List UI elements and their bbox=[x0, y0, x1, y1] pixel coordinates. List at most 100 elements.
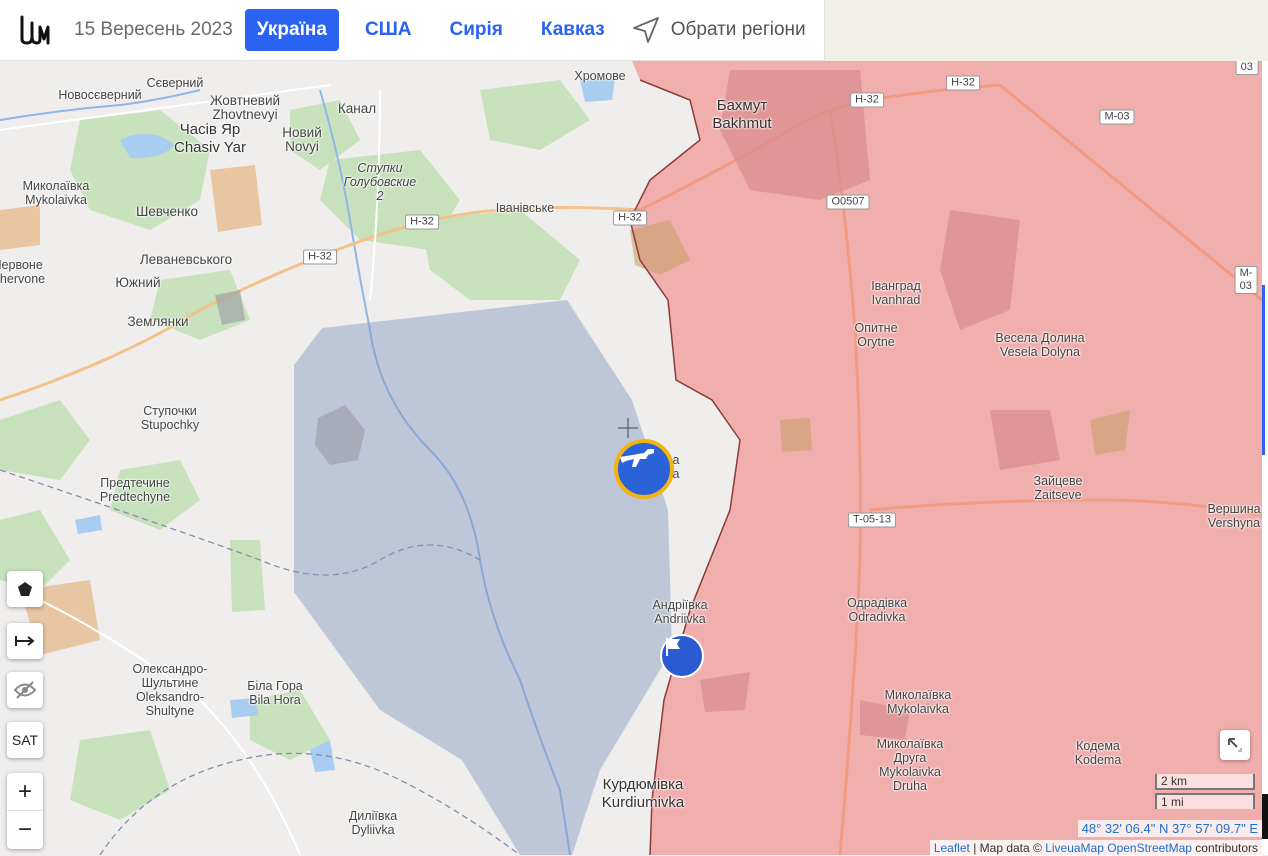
place-opytne[interactable]: Опитне Orytne bbox=[854, 321, 897, 349]
place-oleksandro-shultyne[interactable]: Олександро- Шультине Oleksandro- Shultyn… bbox=[133, 662, 208, 718]
leaflet-link[interactable]: Leaflet bbox=[934, 841, 970, 855]
place-mykolaivka-druha-en-1: Mykolaivka bbox=[879, 765, 941, 779]
draw-polygon-button[interactable] bbox=[7, 571, 43, 607]
tab-ukraine[interactable]: Україна bbox=[244, 9, 339, 51]
road-label: M-03 bbox=[1234, 266, 1258, 294]
place-vershyna[interactable]: Вершина Vershyna bbox=[1207, 502, 1260, 530]
osm-link[interactable]: OpenStreetMap bbox=[1107, 841, 1192, 855]
place-andriivka-en: Andriivka bbox=[654, 612, 706, 626]
select-regions-button[interactable]: Обрати регіони bbox=[631, 15, 806, 45]
place-novyi-en: Novyi bbox=[285, 139, 319, 154]
place-kodema[interactable]: Кодема Kodema bbox=[1075, 739, 1122, 767]
pentagon-icon bbox=[18, 582, 32, 596]
road-label: T-05-13 bbox=[848, 512, 896, 528]
place-chervone-ua: Червоне bbox=[0, 258, 43, 272]
place-kurdiumivka[interactable]: Курдюмівка Kurdiumivka bbox=[602, 776, 685, 812]
scale-km: 2 km bbox=[1155, 774, 1255, 790]
tab-caucasus[interactable]: Кавказ bbox=[529, 9, 617, 51]
place-vesela-dolyna[interactable]: Весела Долина Vesela Dolyna bbox=[995, 331, 1084, 359]
place-stupochky-en: Stupochky bbox=[140, 418, 200, 432]
occupied-area bbox=[630, 61, 1262, 855]
military-marker[interactable] bbox=[614, 439, 674, 499]
side-panel-indicator[interactable] bbox=[1262, 285, 1265, 455]
place-yuzhnyi[interactable]: Южний bbox=[115, 276, 160, 290]
place-mykolaivka-druha-en-2: Druha bbox=[892, 779, 928, 793]
place-opytne-ua: Опитне bbox=[854, 321, 898, 335]
road-label: H-32 bbox=[946, 75, 980, 91]
measure-button[interactable] bbox=[7, 623, 43, 659]
rifle-icon bbox=[620, 449, 654, 467]
place-mykolaivka-east[interactable]: Миколаївка Mykolaivka bbox=[885, 688, 952, 716]
place-bakhmut[interactable]: Бахмут Bakhmut bbox=[712, 97, 771, 133]
place-vershyna-ua: Вершина bbox=[1207, 502, 1261, 516]
place-andriivka[interactable]: Андріївка Andriivka bbox=[652, 598, 707, 626]
expand-icon bbox=[1228, 738, 1242, 752]
map-canvas[interactable]: Сєверний Новосєверний Жовтневий Zhovtnev… bbox=[0, 61, 1262, 855]
zoom-out-button[interactable]: − bbox=[7, 811, 43, 848]
place-mykolaivka-west[interactable]: Миколаївка Mykolaivka bbox=[23, 179, 90, 207]
side-panel-tab[interactable] bbox=[1262, 794, 1268, 839]
road-label: H-32 bbox=[303, 249, 337, 265]
right-edge-panel bbox=[1262, 61, 1268, 855]
hide-layers-button[interactable] bbox=[7, 672, 43, 708]
place-mykolaivka-druha-ua-2: Друга bbox=[893, 751, 927, 765]
place-stupky[interactable]: Ступки Голубовские 2 bbox=[344, 161, 417, 203]
event-marker[interactable] bbox=[660, 634, 704, 678]
place-bila-hora-en: Bila Hora bbox=[249, 693, 301, 707]
place-kurdiumivka-en: Kurdiumivka bbox=[601, 794, 685, 811]
zoom-in-button[interactable]: + bbox=[7, 773, 43, 811]
place-novoseverny[interactable]: Новосєверний bbox=[58, 88, 141, 102]
place-bakhmut-ua: Бахмут bbox=[716, 97, 768, 114]
place-opytne-en: Orytne bbox=[857, 335, 895, 349]
place-predtechyne-ua: Предтечине bbox=[100, 476, 170, 490]
select-regions-label: Обрати регіони bbox=[670, 19, 806, 40]
place-odradivka[interactable]: Одрадівка Odradivka bbox=[847, 596, 907, 624]
liveuamap-logo-icon[interactable] bbox=[18, 13, 52, 47]
place-chasiv-yar[interactable]: Часів Яр Chasiv Yar bbox=[174, 121, 246, 157]
place-shevchenko[interactable]: Шевченко bbox=[136, 205, 198, 219]
place-severnyi[interactable]: Сєверний bbox=[147, 76, 204, 90]
place-ivanivske[interactable]: Іванівське bbox=[496, 201, 554, 215]
fullscreen-button[interactable] bbox=[1220, 730, 1250, 760]
place-mykolaivka-druha-ua-1: Миколаївка bbox=[876, 737, 944, 751]
place-stupochky[interactable]: Ступочки Stupochky bbox=[141, 404, 199, 432]
place-zhovtnevyi-en: Zhovtnevyi bbox=[212, 107, 278, 122]
place-dyliivka[interactable]: Диліївка Dyliivka bbox=[349, 809, 397, 837]
liveuamap-link[interactable]: LiveuaMap bbox=[1045, 841, 1104, 855]
place-zhovtnevyi[interactable]: Жовтневий Zhovtnevyi bbox=[210, 94, 280, 122]
place-bakhmut-en: Bakhmut bbox=[712, 115, 772, 132]
place-oleksandro-ua-2: Шультине bbox=[141, 676, 199, 690]
road-label: H-32 bbox=[850, 92, 884, 108]
place-zaitseve-en: Zaitseve bbox=[1034, 488, 1082, 502]
place-ivanhrad[interactable]: Іванград Ivanhrad bbox=[871, 279, 921, 307]
satellite-toggle-button[interactable]: SAT bbox=[7, 722, 43, 758]
place-dyliivka-en: Dyliivka bbox=[351, 823, 395, 837]
eye-off-icon bbox=[13, 681, 37, 699]
place-chervone[interactable]: Червоне Chervone bbox=[0, 258, 45, 286]
place-stupky-1: Ступки bbox=[357, 161, 403, 175]
place-bila-hora[interactable]: Біла Гора Bila Hora bbox=[247, 679, 303, 707]
place-khromove[interactable]: Хромове bbox=[574, 69, 625, 83]
current-date: 15 Вересень 2023 bbox=[74, 19, 233, 40]
place-zaitseve-ua: Зайцеве bbox=[1033, 474, 1083, 488]
place-oleksandro-ua-1: Олександро- bbox=[132, 662, 208, 676]
place-zaitseve[interactable]: Зайцеве Zaitseve bbox=[1034, 474, 1083, 502]
place-ivanhrad-en: Ivanhrad bbox=[871, 293, 921, 307]
place-vesela-dolyna-ua: Весела Долина bbox=[995, 331, 1085, 345]
road-label: O0507 bbox=[826, 194, 870, 210]
road-label: H-32 bbox=[405, 214, 439, 230]
place-zemlianky[interactable]: Землянки bbox=[127, 315, 188, 329]
arrow-right-bar-icon bbox=[15, 636, 35, 646]
place-novyi[interactable]: Новий Novyi bbox=[282, 126, 322, 154]
tab-syria[interactable]: Сирія bbox=[438, 9, 515, 51]
place-mykolaivka-druha[interactable]: Миколаївка Друга Mykolaivka Druha bbox=[877, 737, 944, 793]
place-predtechyne[interactable]: Предтечине Predtechyne bbox=[100, 476, 170, 504]
road-label: M-03 bbox=[1099, 109, 1135, 125]
place-vesela-dolyna-en: Vesela Dolyna bbox=[1000, 345, 1080, 359]
place-kanal[interactable]: Канал bbox=[338, 102, 376, 116]
tab-usa[interactable]: США bbox=[353, 9, 424, 51]
place-zhovtnevyi-ua: Жовтневий bbox=[209, 93, 281, 108]
place-levanevskoho[interactable]: Леваневського bbox=[140, 253, 232, 267]
place-mykolaivka-west-ua: Миколаївка bbox=[22, 179, 90, 193]
place-oleksandro-en-2: Shultyne bbox=[145, 704, 195, 718]
